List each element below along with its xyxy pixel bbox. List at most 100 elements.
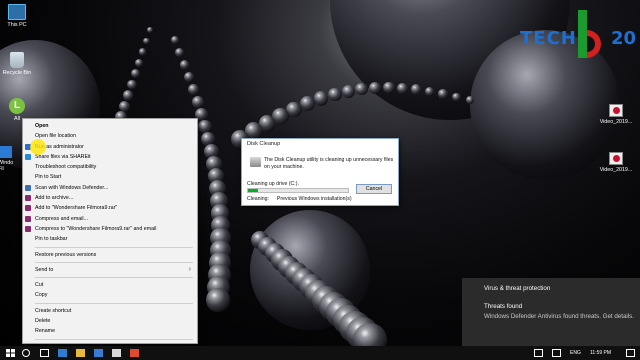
logo-b-mark — [578, 10, 601, 58]
wallpaper-sphere — [305, 280, 332, 307]
notification-title: Threats found — [484, 303, 523, 310]
desktop-icon-video-2[interactable]: Video_2019... — [596, 152, 636, 173]
wallpaper-sphere — [466, 96, 474, 104]
chevron-right-icon: › — [188, 265, 191, 273]
wallpaper-sphere — [285, 261, 309, 285]
menu-item-pin-to-taskbar[interactable]: Pin to taskbar — [23, 234, 197, 244]
taskbar: ENG 11:59 PM — [0, 346, 640, 360]
menu-item-label: Delete — [35, 318, 51, 325]
defender-notification[interactable]: Virus & threat protection Threats found … — [462, 278, 640, 346]
language-indicator[interactable]: ENG — [570, 349, 581, 357]
wallpaper-sphere — [410, 84, 422, 95]
dialog-title: Disk Cleanup — [247, 141, 281, 147]
menu-item-compress-and-email[interactable]: Compress and email... — [23, 214, 197, 224]
menu-item-label: Copy — [35, 292, 48, 299]
wallpaper-sphere — [139, 48, 147, 56]
menu-item-label: Open — [35, 123, 49, 129]
menu-item-pin-to-start[interactable]: Pin to Start — [23, 172, 197, 182]
menu-item-add-to-archive[interactable]: Add to archive... — [23, 193, 197, 203]
desktop-icon-filmora[interactable]: Windo Fil — [0, 146, 18, 173]
context-menu: Open Open file location Run as administrat… — [22, 118, 198, 350]
wallpaper-sphere — [209, 192, 228, 210]
wallpaper-sphere — [312, 286, 340, 314]
notification-center-icon[interactable] — [626, 349, 635, 357]
desktop-icon-label: Video_2019... — [599, 119, 633, 125]
edge-icon[interactable] — [58, 349, 67, 357]
wallpaper-sphere — [179, 60, 190, 70]
shareit-icon — [25, 153, 31, 160]
wallpaper-sphere — [339, 310, 372, 343]
menu-separator — [35, 261, 193, 263]
filmora-icon — [0, 146, 12, 158]
menu-item-open[interactable]: Open — [23, 121, 197, 131]
desktop-icon-label: Windo Fil — [0, 160, 14, 173]
desktop-icon-label: This PC — [7, 22, 27, 28]
wallpaper-sphere — [209, 252, 231, 274]
wallpaper-sphere — [198, 120, 212, 134]
menu-item-label: Share files via SHAREit — [35, 153, 91, 160]
menu-item-rename[interactable]: Rename — [23, 326, 197, 336]
wallpaper-sphere — [251, 231, 269, 249]
task-view-icon[interactable] — [40, 349, 49, 357]
store-icon[interactable] — [94, 349, 103, 357]
wallpaper-sphere — [147, 27, 153, 33]
menu-item-label: Add to archive... — [35, 195, 74, 202]
menu-item-copy[interactable]: Copy — [23, 290, 197, 300]
menu-item-label: Rename — [35, 328, 56, 335]
volume-icon[interactable] — [552, 349, 561, 357]
menu-item-label: Troubleshoot compatibility — [35, 164, 97, 171]
wallpaper-sphere — [201, 132, 216, 147]
wallpaper-sphere — [257, 237, 277, 257]
menu-item-troubleshoot-compatibility[interactable]: Troubleshoot compatibility — [23, 162, 197, 172]
menu-separator — [35, 246, 193, 248]
wallpaper-sphere — [278, 255, 301, 278]
wallpaper-sphere — [206, 156, 222, 172]
menu-item-delete[interactable]: Delete — [23, 316, 197, 326]
menu-item-create-shortcut[interactable]: Create shortcut — [23, 306, 197, 316]
clock[interactable]: 11:59 PM — [590, 349, 611, 357]
wallpaper-sphere — [300, 96, 316, 112]
disk-cleanup-icon — [250, 157, 261, 167]
menu-item-scan-with-windows-defender[interactable]: Scan with Windows Defender... — [23, 183, 197, 193]
desktop-icon-video-1[interactable]: Video_2019... — [596, 104, 636, 125]
app-taskbar-icon[interactable] — [130, 349, 139, 357]
wallpaper-sphere — [119, 100, 131, 112]
wallpaper-sphere — [452, 92, 461, 102]
winrar-icon — [25, 195, 31, 202]
wallpaper-sphere — [438, 89, 448, 99]
wallpaper-sphere — [183, 72, 195, 83]
menu-item-label: Compress to "Wondershare Filmora9.rar" a… — [35, 225, 157, 232]
network-icon[interactable] — [534, 349, 543, 357]
mail-icon[interactable] — [112, 349, 121, 357]
menu-item-share-files-via-shareit[interactable]: Share files via SHAREit — [23, 152, 197, 162]
wallpaper-sphere — [346, 316, 380, 350]
start-button[interactable] — [6, 349, 15, 357]
wallpaper-sphere — [271, 249, 293, 271]
desktop-icon-recycle-bin[interactable]: Recycle Bin — [0, 52, 34, 76]
menu-item-restore-previous-versions[interactable]: Restore previous versions — [23, 250, 197, 260]
menu-item-label: Send to — [35, 266, 54, 273]
menu-separator — [35, 338, 193, 340]
wallpaper-sphere — [327, 87, 342, 102]
menu-item-label: Create shortcut — [35, 307, 72, 314]
wallpaper-sphere — [131, 69, 140, 79]
search-icon[interactable] — [22, 349, 30, 357]
menu-item-add-to-wondershare-filmora9-rar[interactable]: Add to "Wondershare Filmora9.rar" — [23, 203, 197, 213]
cancel-button[interactable]: Cancel — [356, 184, 392, 194]
menu-item-run-as-administrator[interactable]: Run as administrator — [23, 142, 197, 152]
disk-cleanup-dialog: Disk Cleanup The Disk Cleanup utility is… — [241, 138, 399, 206]
desktop-icon-this-pc[interactable]: This PC — [0, 4, 34, 28]
menu-item-open-file-location[interactable]: Open file location — [23, 131, 197, 141]
menu-item-compress-to-wondershare-filmora9-rar-and-email[interactable]: Compress to "Wondershare Filmora9.rar" a… — [23, 224, 197, 234]
cleaning-label: Cleaning: — [247, 196, 269, 202]
menu-item-cut[interactable]: Cut — [23, 280, 197, 290]
wallpaper-sphere — [127, 79, 137, 90]
winrar-icon — [25, 205, 31, 212]
wallpaper-sphere — [210, 204, 230, 223]
tech-logo: TECH 20 — [520, 4, 638, 70]
file-explorer-icon[interactable] — [76, 349, 85, 357]
menu-item-send-to[interactable]: Send to › — [23, 265, 197, 275]
wallpaper-sphere — [313, 91, 329, 106]
menu-item-label: Restore previous versions — [35, 251, 97, 258]
video-file-icon — [609, 104, 623, 117]
